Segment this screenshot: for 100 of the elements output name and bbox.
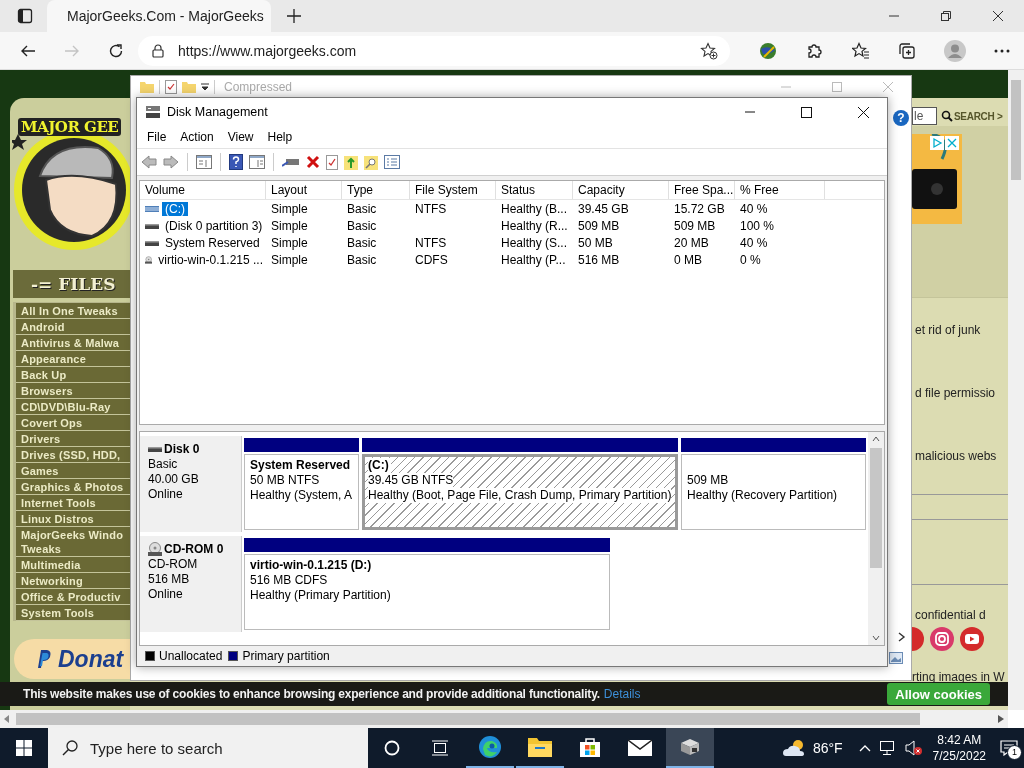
menu-item[interactable]: File [140,130,174,144]
table-cell[interactable]: (C:) [162,201,188,216]
category-link[interactable]: CD\DVD\Blu-Ray [16,399,130,415]
column-header[interactable]: % Free [735,181,825,199]
disk-label-panel[interactable]: CD-ROM 0 CD-ROM 516 MB Online [140,536,242,632]
category-link[interactable]: Drives (SSD, HDD, [16,447,130,463]
scrollbar[interactable] [868,432,884,645]
scroll-right-icon[interactable] [898,632,906,642]
category-link[interactable]: Android [16,319,130,335]
column-header[interactable]: File System [410,181,496,199]
notification-icon[interactable] [1000,740,1018,756]
address-field[interactable]: https://www.majorgeeks.com [138,35,730,66]
disk-type: Basic [148,457,179,472]
new-tab-icon[interactable] [287,9,301,23]
disk-label-panel[interactable]: Disk 0 Basic 40.00 GB Online [140,436,242,532]
close-icon[interactable] [858,106,869,118]
vertical-tabs-icon[interactable] [17,8,33,24]
instagram-icon[interactable] [930,627,954,651]
category-link[interactable]: Covert Ops [16,415,130,431]
help-icon[interactable] [229,154,243,170]
column-header[interactable]: Capacity [573,181,669,199]
browser-tab[interactable]: MajorGeeks.Com - MajorGeeks [47,0,271,32]
table-cell: Simple [271,252,308,267]
chevron-up-icon[interactable] [858,744,871,752]
console-tree-icon[interactable] [196,155,212,169]
profile-avatar-icon[interactable] [944,39,966,62]
donate-button[interactable]: Donat [14,639,130,679]
category-link[interactable]: Office & Productiv [16,589,130,605]
scroll-right-icon[interactable] [998,715,1004,723]
partition-status: Healthy (Boot, Page File, Crash Dump, Primary Partition) [368,488,672,503]
menu-item[interactable]: View [220,130,261,144]
menu-item[interactable]: Help [260,130,300,144]
weather-widget[interactable]: 86°F [782,739,843,757]
scroll-up-icon[interactable] [872,436,880,442]
speaker-muted-icon[interactable] [904,740,923,756]
favorites-icon[interactable] [852,41,870,60]
ad-close-icon[interactable] [945,136,959,150]
table-cell[interactable]: virtio-win-0.1.215 ... [155,252,266,267]
collections-icon[interactable] [898,41,916,60]
disk-status: Online [148,587,184,602]
category-link[interactable]: Back Up [16,367,130,383]
caret-icon[interactable] [201,83,209,91]
folder-up-icon[interactable] [344,154,358,170]
list-icon[interactable] [384,155,400,169]
scrollbar[interactable] [0,710,1008,728]
column-header[interactable]: Type [342,181,410,199]
taskbar-search-field[interactable]: Type here to search [48,728,368,768]
category-link[interactable]: Graphics & Photos [16,479,130,495]
category-link[interactable]: Drivers [16,431,130,447]
search-folder-icon[interactable] [364,154,378,170]
view-icon[interactable] [889,652,903,664]
category-link[interactable]: Appearance [16,351,130,367]
table-cell[interactable]: (Disk 0 partition 3) [162,218,266,233]
action-pane-icon[interactable] [249,155,265,169]
category-link[interactable]: Multimedia [16,557,130,573]
more-icon[interactable] [994,48,1010,53]
details-link[interactable]: Details [603,687,641,701]
category-link[interactable]: Linux Distros [16,511,130,527]
social-icon[interactable] [912,627,924,651]
youtube-icon[interactable] [960,627,984,651]
delete-icon[interactable] [306,155,320,169]
close-icon[interactable] [993,11,1003,21]
help-button[interactable]: ? [893,110,909,126]
add-favorite-icon[interactable] [700,41,718,60]
scroll-down-icon[interactable] [872,635,880,641]
connect-icon[interactable] [282,156,300,168]
category-link[interactable]: System Tools [16,605,130,621]
refresh-icon[interactable] [108,42,124,59]
scroll-left-icon[interactable] [4,715,10,723]
table-cell[interactable]: System Reserved [162,235,263,250]
notification-badge: 1 [1007,745,1022,760]
properties-icon[interactable] [165,80,177,94]
menu-item[interactable]: Action [173,130,221,144]
category-link[interactable]: Networking [16,573,130,589]
scrollbar[interactable] [1008,70,1024,710]
extensions-icon[interactable] [806,41,824,60]
maximize-icon[interactable] [801,106,812,118]
column-header[interactable]: Layout [266,181,342,199]
column-header[interactable]: Free Spa... [669,181,735,199]
files-heading: -= FILES [13,270,130,298]
table-cell: Basic [347,201,377,216]
ad-info-icon[interactable] [930,136,944,150]
globe-extension-icon[interactable] [758,40,778,61]
network-icon[interactable] [878,740,897,756]
clock[interactable]: 8:42 AM 7/25/2022 [932,732,986,764]
category-link[interactable]: Browsers [16,383,130,399]
table-cell: 39.45 GB [578,201,629,216]
category-link[interactable]: Internet Tools [16,495,130,511]
category-link[interactable]: Antivirus & Malwa [16,335,130,351]
column-header[interactable]: Volume [140,181,266,199]
search-field[interactable]: le [912,107,937,125]
search-link[interactable]: SEARCH > [941,110,1003,122]
forward-icon[interactable] [163,155,179,169]
disk-taskbar-button[interactable] [666,728,714,768]
category-link[interactable]: Games [16,463,130,479]
column-header[interactable]: Status [496,181,573,199]
properties-icon[interactable] [326,154,338,170]
category-link[interactable]: All In One Tweaks [16,303,130,319]
restore-icon[interactable] [941,11,951,21]
category-link[interactable]: MajorGeeks Windo Tweaks [16,527,130,557]
